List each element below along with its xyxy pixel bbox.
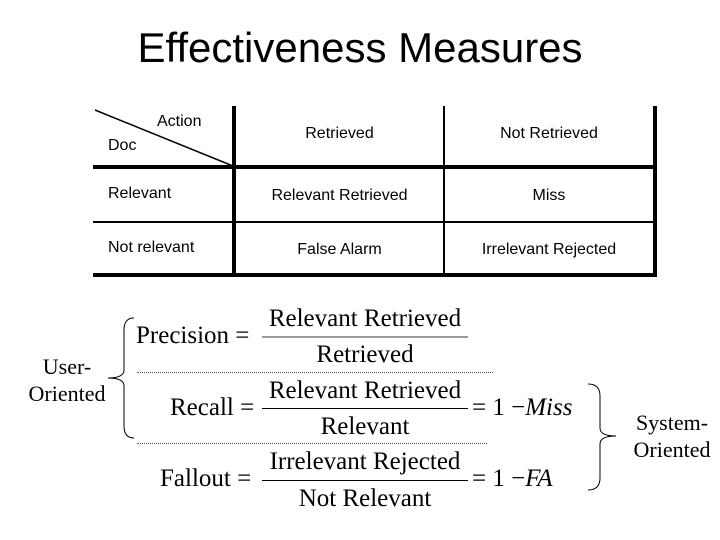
cell-irrelevant-rejected: Irrelevant Rejected xyxy=(481,241,617,258)
system-oriented-brace xyxy=(587,383,617,491)
recall-name: Recall = xyxy=(170,394,255,421)
system-oriented-label: System- Oriented xyxy=(624,409,720,463)
user-oriented-brace xyxy=(107,317,135,439)
fallout-fraction-bar xyxy=(262,480,468,481)
user-oriented-label: User- Oriented xyxy=(22,353,112,407)
recall-numerator: Relevant Retrieved xyxy=(268,377,462,404)
fallout-rhs: = 1 −FA xyxy=(472,465,553,492)
row-label-relevant: Relevant xyxy=(108,185,172,202)
user-oriented-line1: User- xyxy=(42,354,92,379)
fallout-denominator: Not Relevant xyxy=(298,485,432,512)
recall-denominator: Relevant xyxy=(320,413,410,440)
column-header-retrieved: Retrieved xyxy=(305,125,374,142)
table-vline-right xyxy=(653,106,657,277)
system-oriented-line1: System- xyxy=(635,410,709,435)
recall-rhs: = 1 −Miss xyxy=(472,394,573,421)
divider-recall-fallout xyxy=(137,443,487,444)
divider-precision-recall xyxy=(137,372,493,373)
column-header-not-retrieved: Not Retrieved xyxy=(500,125,598,142)
precision-fraction-bar xyxy=(262,336,468,338)
table-hline-bottom xyxy=(93,273,657,277)
precision-numerator: Relevant Retrieved xyxy=(268,305,462,332)
cell-relevant-retrieved: Relevant Retrieved xyxy=(271,187,408,204)
precision-denominator: Retrieved xyxy=(316,341,414,368)
precision-name: Precision = xyxy=(136,322,250,349)
user-oriented-line2: Oriented xyxy=(28,381,106,406)
fallout-fa-var: FA xyxy=(525,465,553,492)
table-hline-middle xyxy=(93,221,657,223)
corner-doc-label: Doc xyxy=(108,137,137,154)
cell-false-alarm: False Alarm xyxy=(297,241,382,258)
row-label-not-relevant: Not relevant xyxy=(108,239,195,256)
page-title: Effectiveness Measures xyxy=(137,24,583,71)
fallout-name: Fallout = xyxy=(160,465,252,492)
recall-miss-var: Miss xyxy=(525,394,573,421)
corner-action-label: Action xyxy=(157,113,202,130)
cell-miss: Miss xyxy=(532,187,566,204)
recall-fraction-bar xyxy=(262,408,468,409)
fallout-numerator: Irrelevant Rejected xyxy=(269,448,461,475)
system-oriented-line2: Oriented xyxy=(633,437,711,462)
